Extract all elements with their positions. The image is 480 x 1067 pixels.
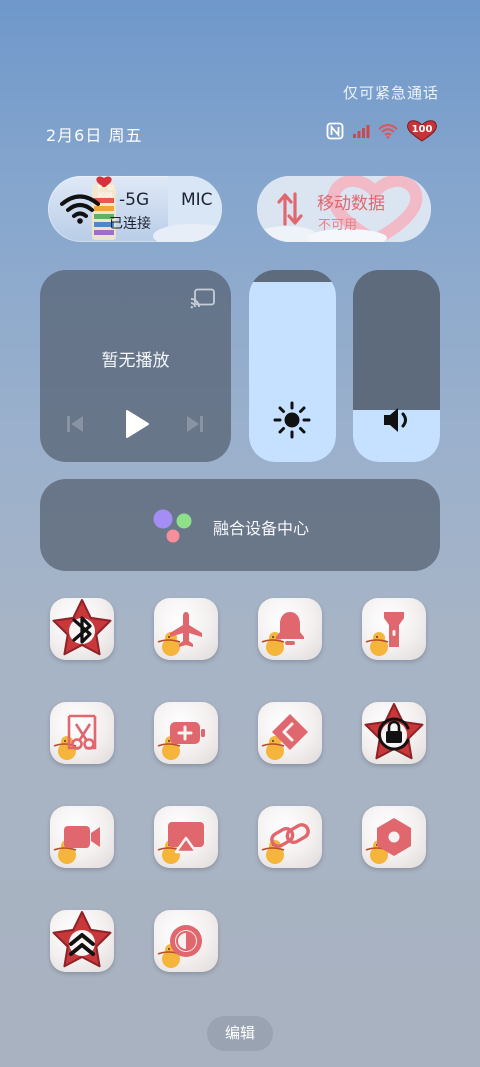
bluetooth-toggle[interactable] xyxy=(50,598,114,660)
eye-comfort-toggle[interactable] xyxy=(154,910,218,972)
emergency-calls-only-text: 仅可紧急通话 xyxy=(343,84,440,102)
mobile-data-state: 不可用 xyxy=(318,218,358,233)
mascot-decoration xyxy=(365,632,389,656)
battery-plus-icon xyxy=(170,722,205,744)
screenshot-toggle[interactable] xyxy=(50,702,114,764)
wifi-network-name: -5G xyxy=(119,190,150,210)
sound-toggle[interactable] xyxy=(258,598,322,660)
battery-level-text: 100 xyxy=(411,124,433,135)
media-title: 暂无播放 xyxy=(101,351,170,371)
link-toggle[interactable] xyxy=(258,806,322,868)
wifi-sticker-text: 下一站 2026 xyxy=(95,185,114,199)
performance-toggle[interactable] xyxy=(50,910,114,972)
status-icons: 100 xyxy=(326,120,438,142)
wifi-network-suffix: MIC xyxy=(181,190,213,210)
mascot-decoration xyxy=(157,632,181,656)
mobile-data-tile[interactable]: 移动数据 不可用 xyxy=(257,176,431,242)
previous-icon[interactable] xyxy=(65,414,85,434)
airplane-toggle[interactable] xyxy=(154,598,218,660)
wifi-icon xyxy=(60,194,100,224)
data-arrows-icon xyxy=(277,192,303,226)
speaker-icon xyxy=(384,408,407,432)
next-icon[interactable] xyxy=(185,414,205,434)
media-player-card[interactable]: 暂无播放 xyxy=(40,270,231,462)
device-hub-icon xyxy=(153,509,192,543)
cast-icon[interactable] xyxy=(190,288,216,310)
cast-toggle[interactable] xyxy=(154,806,218,868)
link-icon xyxy=(270,823,310,848)
device-hub-card[interactable]: 融合设备中心 xyxy=(40,479,440,571)
share-toggle[interactable] xyxy=(258,702,322,764)
play-icon[interactable] xyxy=(124,409,150,439)
wifi-tile[interactable]: 下一站 2026 -5G MIC 已连接 xyxy=(48,176,222,242)
signal-icon xyxy=(353,125,370,138)
mobile-data-label: 移动数据 xyxy=(317,194,385,214)
date-text: 2月6日 周五 xyxy=(46,126,143,145)
screen-record-toggle[interactable] xyxy=(50,806,114,868)
device-hub-label: 融合设备中心 xyxy=(213,519,310,538)
edit-button[interactable]: 编辑 xyxy=(207,1016,273,1051)
volume-slider[interactable] xyxy=(353,270,440,462)
nfc-status-icon xyxy=(326,122,344,140)
nfc-toggle[interactable] xyxy=(362,806,426,868)
rotation-lock-toggle[interactable] xyxy=(362,702,426,764)
battery-saver-toggle[interactable] xyxy=(154,702,218,764)
scissors-icon xyxy=(67,714,97,750)
battery-indicator: 100 xyxy=(406,120,438,142)
video-camera-icon xyxy=(64,826,100,848)
wifi-status-icon xyxy=(378,123,398,139)
contrast-icon xyxy=(170,925,202,957)
sun-icon xyxy=(273,401,311,439)
wifi-state: 已连接 xyxy=(109,216,151,232)
brightness-slider[interactable] xyxy=(249,270,336,462)
flashlight-toggle[interactable] xyxy=(362,598,426,660)
